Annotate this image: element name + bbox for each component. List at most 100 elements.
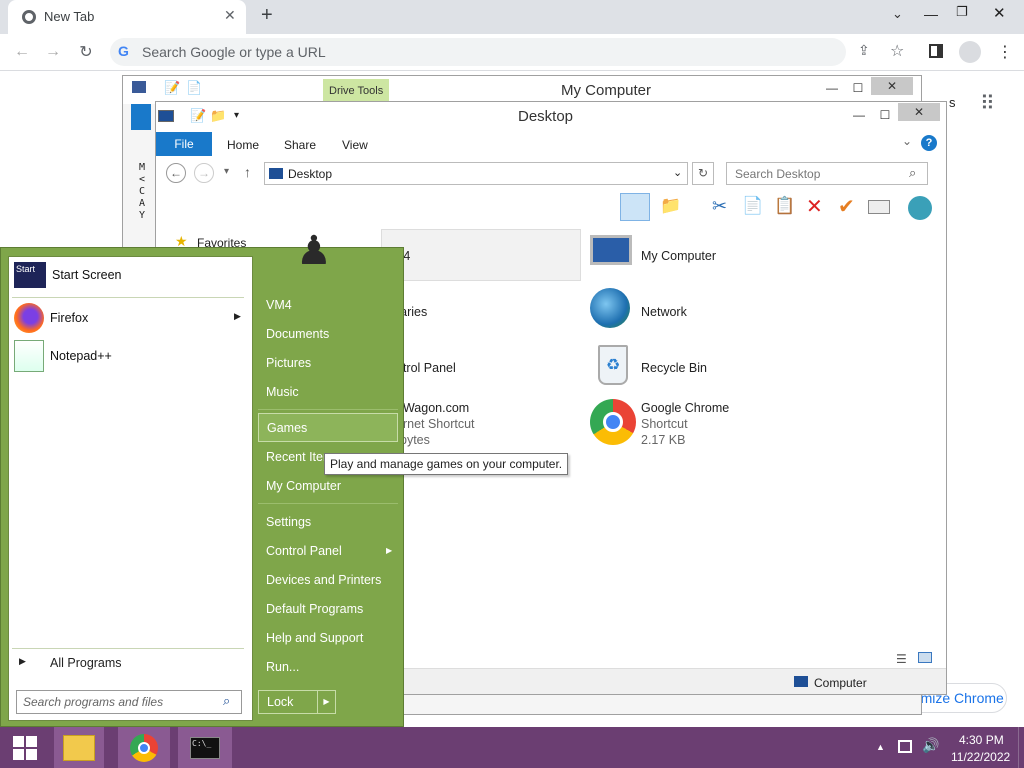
up-icon[interactable]: ↑ [244,164,251,180]
apps-grid-icon[interactable]: ⠿ [980,91,995,116]
preview-pane-icon[interactable] [620,193,650,221]
start-screen-item[interactable]: Start Start Screen [14,262,121,288]
large-icons-view-icon[interactable] [918,652,932,663]
reload-icon[interactable]: ↻ [75,41,97,63]
clock-date[interactable]: 11/22/2022 [951,750,1010,764]
tab-home[interactable]: Home [227,138,259,152]
close-icon[interactable]: ✕ [993,4,1006,22]
start-vm4[interactable]: VM4 [258,290,398,319]
minimize-icon[interactable]: — [819,79,845,97]
control-panel-arrow-icon[interactable]: ▶ [386,546,392,555]
start-my-computer[interactable]: My Computer [258,471,398,500]
taskbar-explorer[interactable] [54,727,104,768]
notepadpp-item[interactable]: Notepad++ [14,340,112,372]
refresh-icon[interactable]: ↻ [692,162,714,185]
qa-properties-icon[interactable]: 📝 [164,80,180,96]
show-desktop-button[interactable] [1018,727,1024,768]
tab-share[interactable]: Share [284,138,316,152]
search-box[interactable]: Search Desktop ⌕ [726,162,928,185]
lock-button[interactable]: Lock ▶ [258,690,336,714]
firefox-item[interactable]: Firefox [14,303,88,333]
close-icon[interactable]: ✕ [871,77,913,95]
start-settings[interactable]: Settings [258,507,398,536]
taskbar-chrome[interactable] [118,727,170,768]
tab-view[interactable]: View [342,138,368,152]
start-button[interactable] [0,727,50,768]
lock-options-arrow-icon[interactable]: ▶ [317,691,335,713]
start-help-support[interactable]: Help and Support [258,623,398,652]
properties-icon[interactable] [868,200,890,214]
recent-dropdown-icon[interactable]: ▾ [224,166,229,177]
new-tab-button[interactable]: + [261,4,273,27]
folder-icon [63,734,95,761]
start-search-input[interactable]: Search programs and files ⌕ [16,690,242,714]
tab-new-tab[interactable]: New Tab ✕ [8,0,246,34]
network-tray-icon[interactable] [898,740,912,753]
tray-expand-icon[interactable]: ▲ [876,742,885,752]
forward-icon[interactable]: → [194,163,214,183]
back-icon[interactable]: ← [11,41,33,63]
divider [12,297,244,298]
search-placeholder: Search Desktop [735,167,821,181]
help-icon[interactable]: ? [921,135,937,151]
google-chrome-icon[interactable] [590,399,636,445]
profile-avatar[interactable] [959,41,981,63]
maximize-icon[interactable]: ☐ [872,106,898,124]
start-games[interactable]: Games [258,413,398,442]
minimize-icon[interactable]: — [924,6,938,22]
start-music[interactable]: Music [258,377,398,406]
side-panel-icon[interactable] [929,44,943,58]
drive-tools-tab[interactable]: Drive Tools [323,79,390,103]
delete-icon[interactable]: ✕ [806,194,823,219]
start-pictures[interactable]: Pictures [258,348,398,377]
forward-icon[interactable]: → [42,41,64,63]
qa-dropdown-icon[interactable]: ▾ [234,110,239,121]
chrome-menu-icon[interactable]: ⋮ [997,42,1013,62]
firefox-submenu-arrow-icon[interactable]: ▶ [234,311,241,322]
item-chrome-size: 2.17 KB [641,433,686,447]
maximize-icon[interactable]: ☐ [845,79,871,97]
copy-icon[interactable]: 📄 [742,196,763,216]
close-icon[interactable]: ✕ [898,103,940,121]
qa-new-folder-icon[interactable]: 📁 [210,108,226,124]
clock-time[interactable]: 4:30 PM [959,733,1004,747]
item-vm4-selected[interactable] [381,229,581,281]
qa-properties-icon[interactable]: 📝 [190,108,206,124]
item-network-label[interactable]: Network [641,304,687,320]
recycle-bin-icon[interactable]: ♻ [598,345,628,385]
item-my-computer-label[interactable]: My Computer [641,248,716,264]
minimize-icon[interactable]: — [846,106,872,124]
my-computer-icon[interactable] [590,235,632,265]
details-view-icon[interactable]: ☰ [896,652,907,666]
start-documents[interactable]: Documents [258,319,398,348]
taskbar-terminal[interactable]: C:\_ [178,727,232,768]
bookmark-star-icon[interactable]: ☆ [890,41,904,61]
item-recycle-bin-label[interactable]: Recycle Bin [641,360,707,376]
network-icon[interactable] [590,288,630,328]
paste-icon[interactable]: 📋 [774,196,795,216]
start-default-programs[interactable]: Default Programs [258,594,398,623]
qa-folder-icon[interactable]: 📄 [186,80,202,96]
start-devices-printers[interactable]: Devices and Printers [258,565,398,594]
volume-icon[interactable]: 🔊 [922,737,939,754]
restore-icon[interactable]: ❐ [956,4,968,20]
address-dropdown-icon[interactable]: ⌄ [673,166,682,179]
start-run[interactable]: Run... [258,652,398,681]
all-programs-arrow-icon[interactable]: ▶ [19,656,26,667]
globe-icon[interactable] [908,196,932,220]
all-programs-label[interactable]: All Programs [50,656,122,670]
tab-search-icon[interactable]: ⌄ [892,6,903,22]
close-tab-icon[interactable]: ✕ [224,7,236,24]
item-chrome-type: Shortcut [641,417,688,431]
omnibox[interactable]: G Search Google or type a URL ⇪ ☆ [110,38,904,66]
back-icon[interactable]: ← [166,163,186,183]
rename-icon[interactable]: ✔ [838,194,855,219]
start-control-panel[interactable]: Control Panel [258,536,398,565]
share-icon[interactable]: ⇪ [858,42,870,59]
item-chrome-label[interactable]: Google Chrome [641,400,729,416]
folder-options-icon[interactable]: 📁 [660,196,681,216]
address-bar[interactable]: Desktop ⌄ [264,162,688,185]
cut-icon[interactable]: ✂ [712,196,727,217]
ribbon-expand-icon[interactable]: ⌄ [902,134,912,148]
tab-file[interactable]: File [156,132,212,156]
